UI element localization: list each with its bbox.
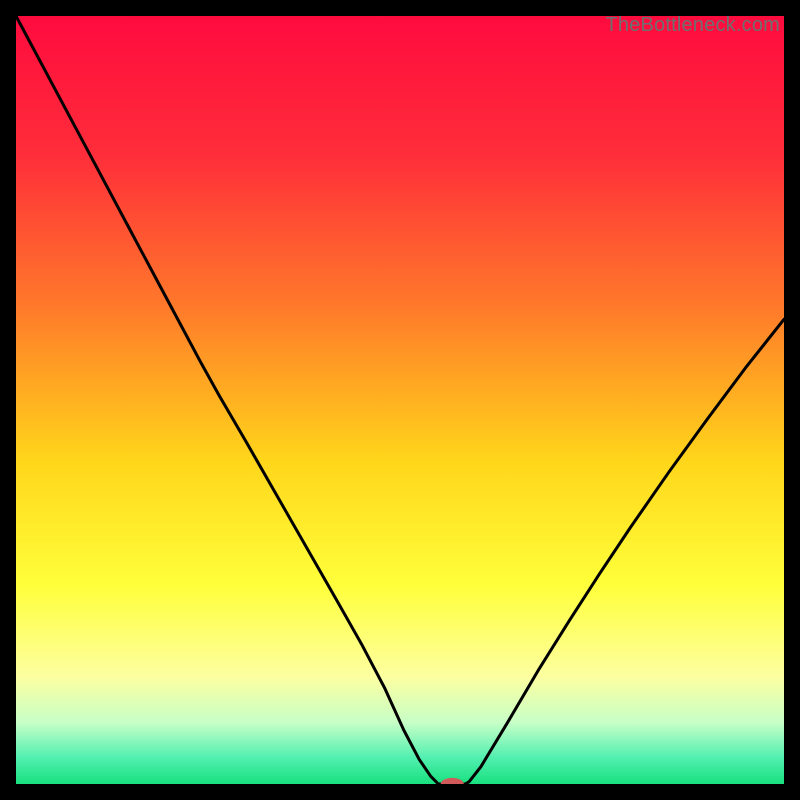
chart-frame: TheBottleneck.com [16, 16, 784, 784]
gradient-background [16, 16, 784, 784]
bottleneck-chart [16, 16, 784, 784]
watermark-text: TheBottleneck.com [605, 14, 780, 37]
